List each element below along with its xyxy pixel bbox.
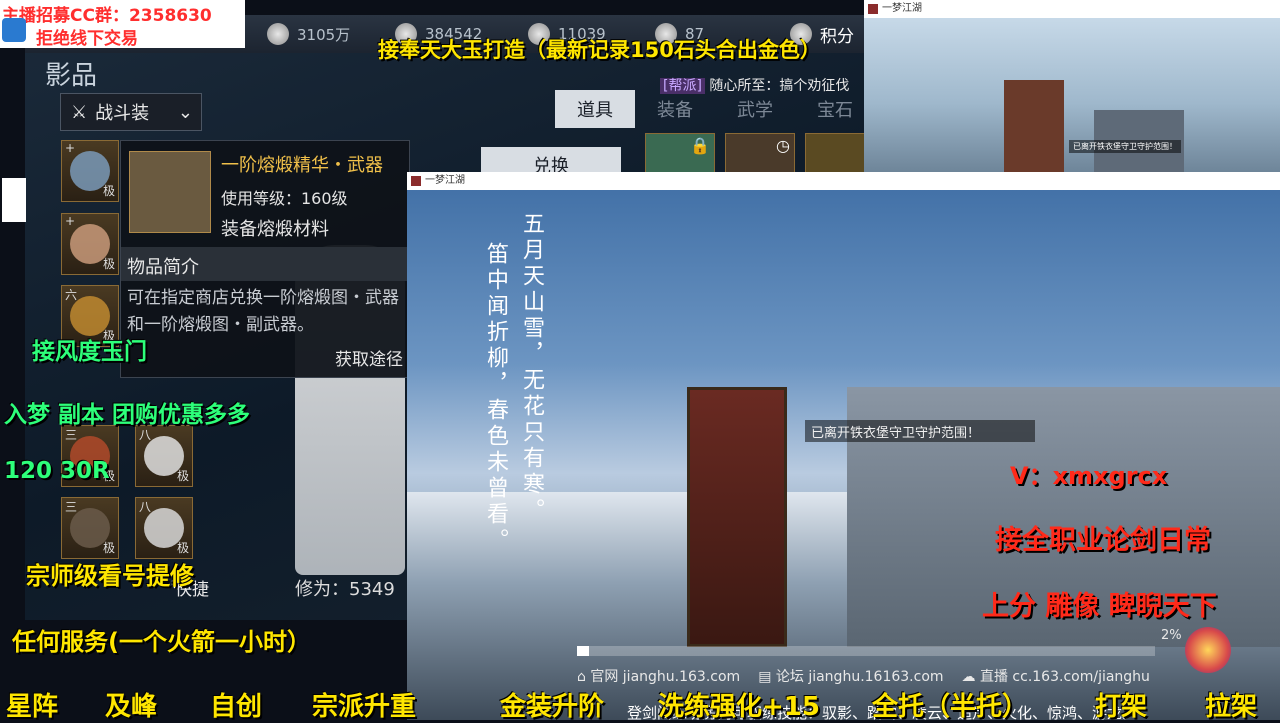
overlay-rumeng: 入梦 副本 团购优惠多多 [4, 402, 251, 428]
official-site-link[interactable]: ⌂ 官网 jianghu.163.com [577, 666, 740, 686]
overlay-bottom-left-4: 宗派升重 [312, 692, 417, 722]
overlay-bottom-left-3: 自创 [210, 692, 263, 722]
overlay-jiefeng: 接风度玉门 [32, 339, 147, 365]
footer-links: ⌂ 官网 jianghu.163.com ▤ 论坛 jianghu.16163.… [577, 666, 1150, 686]
war-banner [687, 387, 787, 647]
tab-items[interactable]: 道具 [555, 90, 635, 128]
banner-pole [1004, 80, 1064, 172]
overlay-shangfen: 上分 雕像 睥睨天下 [982, 591, 1217, 622]
tab-gems[interactable]: 宝石 [795, 90, 865, 128]
inventory-item[interactable]: ◷ [725, 133, 795, 173]
window-titlebar: 一梦江湖 [407, 172, 1280, 190]
equip-set-dropdown[interactable]: ⚔ 战斗装 ⌄ [60, 93, 202, 131]
overlay-top-banner: 接奉天大玉打造（最新记录150石头合出金色） [378, 38, 821, 62]
overlay-bottom-right-2: 洗练强化+15 [658, 692, 820, 722]
app-icon [411, 176, 421, 186]
chevron-down-icon: ⌄ [177, 101, 193, 123]
stream-banner-line2: 拒绝线下交易 [36, 29, 138, 49]
item-section-heading: 物品简介 [121, 247, 411, 281]
inventory-item[interactable] [805, 133, 865, 173]
equip-slot[interactable]: 三极 [61, 497, 119, 559]
home-icon: ⌂ [577, 669, 591, 685]
forum-link[interactable]: ▤ 论坛 jianghu.16163.com [758, 666, 943, 686]
overlay-price: 120 30R [4, 458, 110, 484]
loading-bar [577, 646, 1155, 656]
desktop-app-icon[interactable] [2, 18, 26, 42]
cultivation-value: 修为：5349 [295, 579, 395, 600]
loading-percent: 2% [1161, 628, 1182, 643]
overlay-lunjian: 接全职业论剑日常 [995, 525, 1211, 556]
equip-slot[interactable]: + 极 [61, 140, 119, 202]
firework-icon [1185, 627, 1231, 673]
overlay-vx: V：xmxgrcx [1010, 462, 1168, 490]
right-top-game-window: 一梦江湖 已离开铁衣堡守卫守护范围！ [864, 0, 1280, 172]
equip-slot[interactable]: + 极 [61, 213, 119, 275]
chat-icon: ▤ [758, 669, 776, 685]
window-titlebar: 一梦江湖 [864, 0, 1280, 18]
overlay-bottom-right-4: 打架 [1095, 692, 1148, 722]
item-title: 一阶熔煅精华・武器 [221, 155, 383, 176]
item-level: 使用等级：160级 [221, 189, 348, 208]
tab-equipment[interactable]: 装备 [635, 90, 715, 128]
app-logo: 影品 [45, 61, 98, 91]
area-notice: 已离开铁衣堡守卫守护范围！ [805, 420, 1035, 442]
qr-code-icon [2, 178, 26, 222]
broadcast-icon: ☁ [961, 669, 980, 685]
poem-column-2: 笛中闻折柳，春色未曾看。 [483, 242, 508, 554]
coin-icon [267, 23, 289, 45]
overlay-bottom-left-1: 星阵 [6, 692, 59, 722]
tab-martial[interactable]: 武学 [715, 90, 795, 128]
overlay-zongshi: 宗师级看号提修 [26, 562, 194, 590]
sword-icon: ⚔ [71, 101, 88, 123]
item-tooltip: 一阶熔煅精华・武器 使用等级：160级 装备熔煅材料 物品简介 可在指定商店兑换… [120, 140, 411, 378]
stream-banner-line1: 主播招募CC群：2358630 [2, 6, 212, 26]
area-notice: 已离开铁衣堡守卫守护范围！ [1069, 140, 1181, 153]
overlay-bottom-right-5: 拉架 [1205, 692, 1258, 722]
main-game-window: 一梦江湖 五月天山雪，无花只有寒。 笛中闻折柳，春色未曾看。 已离开铁衣堡守卫守… [407, 172, 1280, 720]
app-icon [868, 4, 878, 14]
item-description: 可在指定商店兑换一阶熔煅图・武器和一阶熔煅图・副武器。 [127, 288, 399, 335]
inventory-item[interactable]: 🔒 [645, 133, 715, 173]
overlay-service: 任何服务(一个火箭一小时） [12, 628, 311, 656]
overlay-bottom-right-1: 金装升阶 [500, 692, 605, 722]
live-link[interactable]: ☁ 直播 cc.163.com/jianghu [962, 666, 1150, 686]
inventory-tabs: 道具 装备 武学 宝石 [555, 90, 865, 128]
poem-column-1: 五月天山雪，无花只有寒。 [519, 212, 544, 524]
overlay-bottom-right-3: 全托（半托） [872, 692, 1029, 722]
item-type: 装备熔煅材料 [221, 219, 329, 240]
clock-icon: ◷ [776, 136, 790, 155]
equip-slot[interactable]: 八极 [135, 425, 193, 487]
item-source-link[interactable]: 获取途径 [335, 345, 403, 370]
item-thumbnail [129, 151, 211, 233]
currency-gold: 3105万 [267, 21, 350, 47]
equip-slot[interactable]: 八极 [135, 497, 193, 559]
overlay-bottom-left-2: 及峰 [105, 692, 158, 722]
lock-icon: 🔒 [690, 136, 710, 155]
